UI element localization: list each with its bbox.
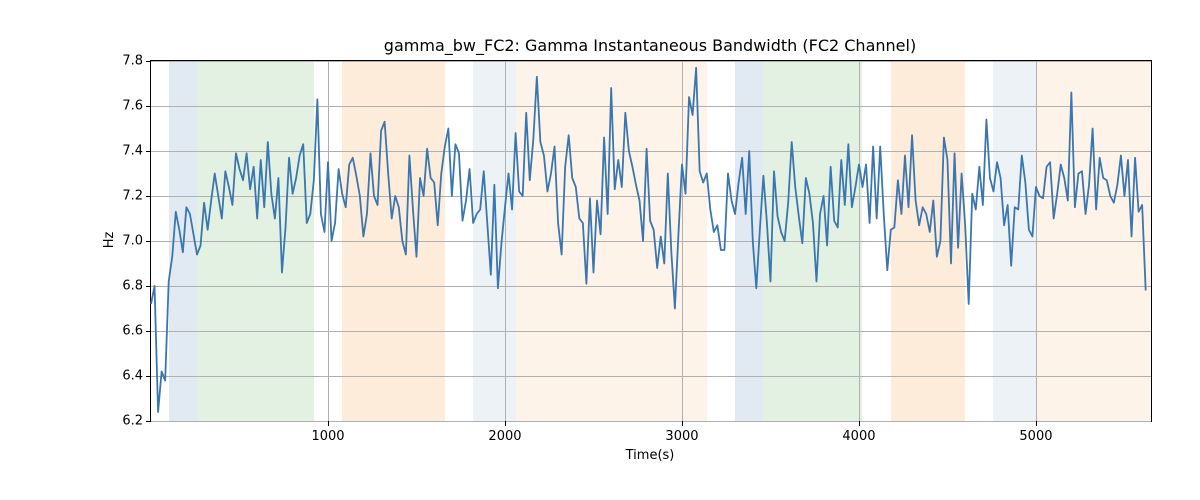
x-tick-label: 2000 (488, 429, 521, 444)
y-tick-label: 7.2 (113, 189, 143, 204)
x-tick (1036, 421, 1037, 426)
x-tick (859, 421, 860, 426)
y-tick (146, 241, 151, 242)
y-tick-label: 7.4 (113, 144, 143, 159)
x-axis-label: Time(s) (626, 448, 675, 463)
y-tick (146, 286, 151, 287)
x-tick-label: 1000 (311, 429, 344, 444)
x-tick-label: 4000 (842, 429, 875, 444)
y-tick-label: 7.6 (113, 99, 143, 114)
y-tick (146, 106, 151, 107)
x-tick-label: 5000 (1019, 429, 1052, 444)
y-tick (146, 196, 151, 197)
x-tick (682, 421, 683, 426)
x-tick (505, 421, 506, 426)
gridline-h (151, 421, 1151, 422)
plot-area: 100020003000400050006.26.46.66.87.07.27.… (150, 60, 1152, 422)
y-tick-label: 6.4 (113, 369, 143, 384)
x-tick-label: 3000 (665, 429, 698, 444)
y-tick (146, 61, 151, 62)
y-tick (146, 151, 151, 152)
y-tick-label: 7.0 (113, 234, 143, 249)
y-tick (146, 376, 151, 377)
y-axis-label: Hz (102, 232, 117, 249)
x-tick (328, 421, 329, 426)
y-tick (146, 331, 151, 332)
ticks-layer: 100020003000400050006.26.46.66.87.07.27.… (151, 61, 1151, 421)
y-tick (146, 421, 151, 422)
y-tick-label: 6.6 (113, 324, 143, 339)
y-tick-label: 6.2 (113, 414, 143, 429)
y-tick-label: 6.8 (113, 279, 143, 294)
y-tick-label: 7.8 (113, 54, 143, 69)
chart-title: gamma_bw_FC2: Gamma Instantaneous Bandwi… (384, 36, 916, 55)
